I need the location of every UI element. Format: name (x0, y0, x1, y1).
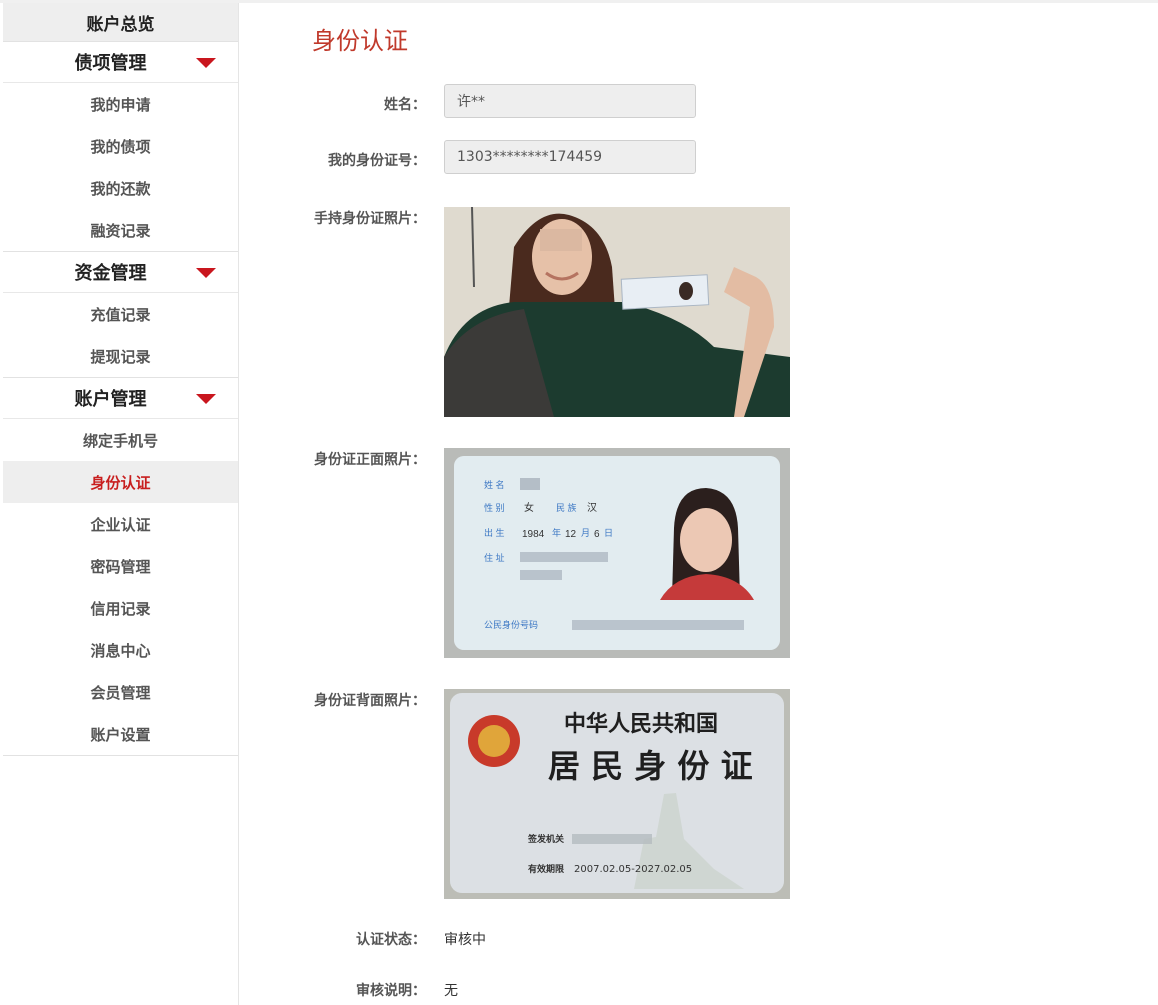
sidebar-item-credit-records[interactable]: 信用记录 (3, 587, 238, 629)
id-front-month-unit: 月 (581, 528, 590, 538)
sidebar-item-label: 消息中心 (90, 641, 151, 660)
id-front-image: 姓 名 性 别 女 民 族 汉 出 生 1984 年 12 月 6 日 住 址 … (444, 448, 790, 658)
sidebar-item-identity-verification[interactable]: 身份认证 (3, 461, 238, 503)
sidebar-item-label: 我的债项 (90, 137, 151, 156)
sidebar-item-financing-records[interactable]: 融资记录 (3, 209, 238, 252)
sidebar-item-label: 充值记录 (90, 305, 151, 324)
id-front-birth-year: 1984 (522, 529, 545, 540)
sidebar-group-label: 资金管理 (74, 263, 147, 284)
id-front-year-unit: 年 (552, 527, 561, 538)
id-front-birth-day: 6 (594, 529, 600, 540)
sidebar-item-label: 提现记录 (90, 347, 151, 366)
id-front-sex-value: 女 (524, 501, 534, 514)
sidebar-item-label: 我的申请 (90, 95, 151, 114)
caret-down-icon (196, 268, 216, 278)
sidebar-item-recharge-records[interactable]: 充值记录 (3, 293, 238, 335)
main-content: 身份认证 姓名： 我的身份证号： 手持身份证照片： 身份证正面照片： (240, 3, 1158, 1005)
sidebar-item-my-debts[interactable]: 我的债项 (3, 125, 238, 167)
sidebar-item-label: 账户设置 (90, 725, 151, 744)
sidebar-group-debt[interactable]: 债项管理 (3, 42, 238, 83)
sidebar-item-my-repayments[interactable]: 我的还款 (3, 167, 238, 209)
hold-id-photo-image (444, 207, 790, 417)
name-field[interactable] (444, 84, 696, 118)
sidebar-item-label: 账户总览 (86, 14, 155, 35)
sidebar-item-label: 密码管理 (90, 557, 151, 576)
id-front-id-number-field: 公民身份号码 (484, 619, 538, 630)
sidebar-item-label: 会员管理 (90, 683, 151, 702)
sidebar-group-label: 账户管理 (74, 389, 147, 410)
hold-photo-label: 手持身份证照片： (314, 211, 426, 227)
front-photo-label: 身份证正面照片： (314, 452, 426, 468)
remark-value: 无 (444, 983, 458, 999)
id-front-day-unit: 日 (604, 528, 613, 538)
page-title: 身份认证 (312, 27, 408, 55)
back-photo-label: 身份证背面照片： (314, 693, 426, 709)
name-label: 姓名： (384, 97, 426, 113)
sidebar-item-membership[interactable]: 会员管理 (3, 671, 238, 713)
sidebar-item-withdraw-records[interactable]: 提现记录 (3, 335, 238, 378)
sidebar-item-company-verification[interactable]: 企业认证 (3, 503, 238, 545)
id-back-card-title: 居 民 身 份 证 (548, 747, 753, 785)
id-back-validity-field: 有效期限 (528, 863, 565, 875)
id-front-ethnic-value: 汉 (587, 502, 597, 514)
sidebar-group-funds[interactable]: 资金管理 (3, 252, 238, 293)
caret-down-icon (196, 394, 216, 404)
status-label: 认证状态： (356, 932, 426, 948)
sidebar-group-label: 债项管理 (74, 53, 147, 74)
id-front-birth-field: 出 生 (484, 527, 505, 538)
id-back-photo: 中华人民共和国 居 民 身 份 证 签发机关 有效期限 2007.02.05-2… (444, 689, 790, 899)
sidebar-item-overview[interactable]: 账户总览 (3, 3, 238, 42)
remark-label: 审核说明： (356, 983, 426, 999)
caret-down-icon (196, 58, 216, 68)
id-number-field[interactable] (444, 140, 696, 174)
sidebar-item-password[interactable]: 密码管理 (3, 545, 238, 587)
sidebar-item-label: 我的还款 (90, 179, 151, 198)
sidebar-item-label: 信用记录 (90, 599, 151, 618)
id-front-name-field: 姓 名 (484, 479, 505, 490)
id-front-address-field: 住 址 (484, 552, 505, 563)
sidebar-item-bind-phone[interactable]: 绑定手机号 (3, 419, 238, 461)
sidebar-item-my-applications[interactable]: 我的申请 (3, 83, 238, 125)
id-number-label: 我的身份证号： (328, 153, 426, 169)
id-back-image: 中华人民共和国 居 民 身 份 证 签发机关 有效期限 2007.02.05-2… (444, 689, 790, 899)
sidebar-item-label: 企业认证 (90, 515, 151, 534)
sidebar-group-account[interactable]: 账户管理 (3, 378, 238, 419)
id-front-ethnic-field: 民 族 (556, 502, 577, 513)
id-front-photo: 姓 名 性 别 女 民 族 汉 出 生 1984 年 12 月 6 日 住 址 … (444, 448, 790, 658)
sidebar-item-account-settings[interactable]: 账户设置 (3, 713, 238, 756)
id-back-validity-value: 2007.02.05-2027.02.05 (574, 864, 692, 875)
id-front-birth-month: 12 (565, 529, 577, 540)
id-back-country: 中华人民共和国 (564, 711, 718, 737)
id-front-sex-field: 性 别 (484, 502, 505, 513)
sidebar-item-label: 融资记录 (90, 221, 151, 240)
sidebar-item-label: 身份认证 (90, 473, 151, 492)
status-value: 审核中 (444, 932, 486, 948)
sidebar-item-messages[interactable]: 消息中心 (3, 629, 238, 671)
sidebar-item-label: 绑定手机号 (82, 431, 158, 450)
sidebar: 账户总览 债项管理 我的申请 我的债项 我的还款 融资记录 资金管理 充值记录 … (3, 3, 239, 1005)
hold-id-photo (444, 207, 790, 417)
id-back-issuer-field: 签发机关 (527, 833, 564, 845)
